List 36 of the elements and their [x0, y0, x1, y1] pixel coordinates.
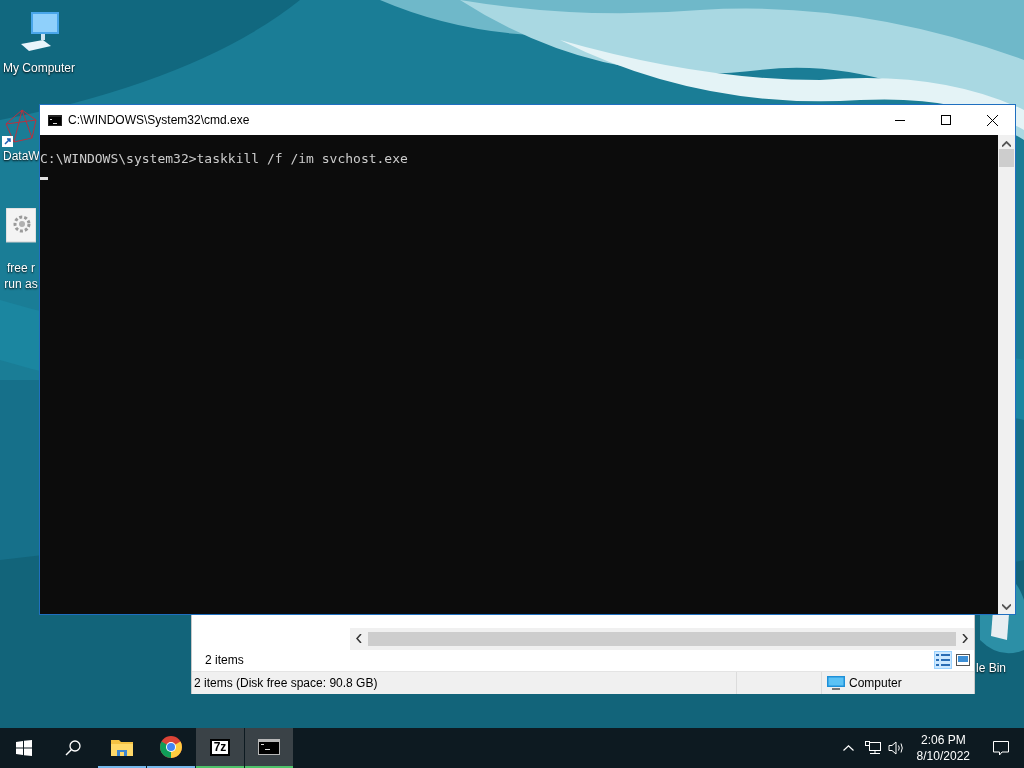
scroll-up-icon[interactable] [1002, 141, 1011, 147]
window-title: C:\WINDOWS\System32\cmd.exe [68, 113, 250, 127]
item-count: 2 items [205, 653, 245, 668]
maximize-icon [941, 115, 951, 125]
chevron-up-icon[interactable] [843, 745, 855, 751]
archiver-button[interactable]: 7z [196, 728, 244, 768]
speaker-icon[interactable] [888, 741, 906, 755]
console-line: C:\WINDOWS\system32>taskkill /f /im svchost.exe [40, 151, 408, 167]
browser-icon [160, 736, 182, 758]
scrollbar-thumb[interactable] [999, 149, 1014, 167]
monitor-icon [827, 675, 845, 691]
clock[interactable]: 2:06 PM 8/10/2022 [908, 728, 978, 768]
location-label: Computer [849, 676, 902, 691]
search-icon [65, 740, 81, 756]
notification-icon[interactable] [993, 740, 1009, 756]
text-cursor [40, 177, 48, 180]
scroll-down-icon[interactable] [1002, 604, 1011, 610]
gear-file-icon [6, 208, 36, 244]
scroll-left-icon[interactable] [356, 634, 362, 644]
close-icon [986, 114, 998, 126]
windows-logo-icon [16, 740, 32, 756]
details-view-button[interactable] [934, 651, 952, 670]
console-icon [48, 114, 62, 126]
icon-label: My Computer [3, 60, 75, 76]
icon-label: free r [7, 260, 35, 276]
scrollbar-thumb[interactable] [368, 631, 956, 646]
console-icon [258, 739, 280, 755]
folder-icon [111, 738, 133, 756]
icon-label: run as [4, 276, 38, 292]
console-button[interactable] [245, 728, 293, 768]
icon-label: le Bin [976, 660, 1007, 676]
scroll-right-icon[interactable] [962, 634, 968, 644]
status-text: 2 items (Disk free space: 90.8 GB) [194, 676, 378, 691]
icon-label: DataW [3, 148, 40, 164]
network-icon[interactable] [864, 741, 881, 755]
minimize-icon [895, 119, 905, 121]
